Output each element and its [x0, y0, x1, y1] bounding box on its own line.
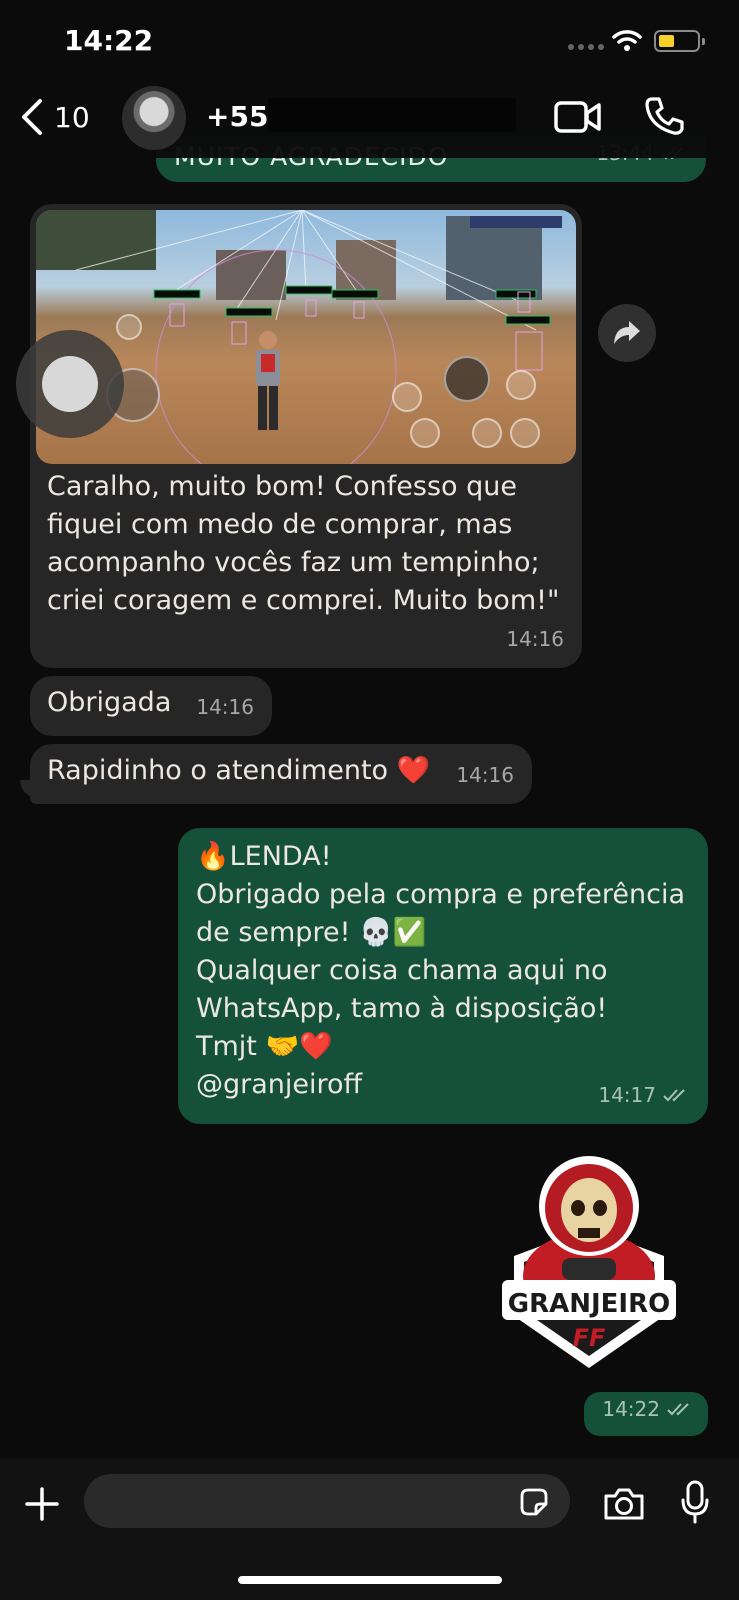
- signal-icon: [568, 44, 604, 50]
- granjeiro-sticker[interactable]: GRANJEIRO FF: [494, 1146, 684, 1376]
- double-check-icon: [663, 1089, 685, 1102]
- message-bubble-lenda[interactable]: 🔥LENDA! Obrigado pela compra e preferênc…: [178, 828, 708, 1124]
- message-time: 14:22: [602, 1397, 660, 1421]
- message-text: Obrigada: [47, 687, 172, 718]
- sprint-button[interactable]: [116, 314, 142, 340]
- video-call-icon[interactable]: [554, 100, 602, 134]
- chat-header: 10 +55: [0, 80, 739, 158]
- message-meta: 14:17: [598, 1076, 690, 1114]
- scope-button[interactable]: [392, 382, 422, 412]
- microphone-icon[interactable]: [680, 1480, 710, 1524]
- sticker-title: GRANJEIRO: [508, 1289, 670, 1319]
- punch-button[interactable]: [444, 356, 490, 402]
- message-line: de sempre! 💀✅: [196, 917, 427, 948]
- message-line: WhatsApp, tamo à disposição!: [196, 993, 608, 1024]
- jump-button[interactable]: [506, 370, 536, 400]
- forward-button[interactable]: [598, 304, 656, 362]
- reload-button[interactable]: [410, 418, 440, 448]
- message-meta: 14:16: [506, 620, 564, 658]
- status-bar: 14:22: [0, 0, 739, 80]
- camera-icon[interactable]: [602, 1486, 646, 1522]
- message-line: Tmjt 🤝❤️: [196, 1031, 333, 1062]
- message-time: 14:16: [196, 695, 254, 719]
- contact-avatar[interactable]: [122, 86, 186, 150]
- message-meta: 14:16: [456, 756, 514, 794]
- redacted-phone-number: [268, 98, 516, 132]
- message-bubble-sticker-time[interactable]: 14:22: [584, 1392, 708, 1436]
- message-bubble-obrigada[interactable]: Obrigada 14:16: [30, 676, 272, 736]
- message-time: 14:16: [456, 763, 514, 787]
- home-indicator: [238, 1576, 502, 1584]
- movement-joystick: [16, 330, 124, 438]
- message-line: 🔥LENDA!: [196, 841, 332, 872]
- plus-icon[interactable]: [24, 1486, 60, 1522]
- message-meta: 14:22: [602, 1390, 694, 1428]
- prone-button[interactable]: [472, 418, 502, 448]
- status-time: 14:22: [64, 24, 154, 57]
- message-time: 14:16: [506, 627, 564, 651]
- message-text: Caralho, muito bom! Confesso que fiquei …: [47, 471, 560, 616]
- message-bubble-rapidinho[interactable]: Rapidinho o atendimento ❤️ 14:16: [30, 744, 532, 804]
- message-line: Qualquer coisa chama aqui no: [196, 955, 608, 986]
- back-button[interactable]: 10: [20, 98, 90, 136]
- message-time: 14:17: [598, 1083, 656, 1107]
- wifi-icon: [612, 30, 642, 51]
- composer-bar: [0, 1458, 739, 1600]
- contact-name[interactable]: +55: [206, 100, 268, 133]
- double-check-icon: [667, 1403, 689, 1416]
- message-text: Rapidinho o atendimento ❤️: [47, 755, 431, 786]
- crouch-button[interactable]: [510, 418, 540, 448]
- sticker-subtitle: FF: [573, 1324, 606, 1352]
- message-bubble-media[interactable]: Caralho, muito bom! Confesso que fiquei …: [30, 204, 582, 668]
- chevron-left-icon: [22, 99, 42, 135]
- battery-icon: [654, 30, 705, 52]
- forward-arrow-icon: [614, 321, 640, 344]
- unread-count: 10: [54, 100, 90, 134]
- sticker-icon[interactable]: [518, 1486, 550, 1518]
- game-screenshot-image[interactable]: [36, 210, 576, 464]
- message-meta: 14:16: [196, 688, 254, 726]
- message-input[interactable]: [84, 1474, 570, 1528]
- player-character: [248, 328, 288, 438]
- message-line: Obrigado pela compra e preferência: [196, 879, 686, 910]
- phone-call-icon[interactable]: [644, 96, 684, 136]
